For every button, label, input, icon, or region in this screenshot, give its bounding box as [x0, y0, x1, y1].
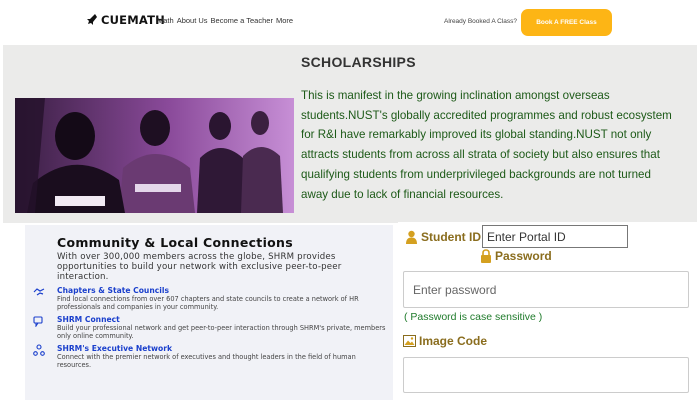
shrm-item-desc: Find local connections from over 607 cha…	[57, 295, 359, 311]
shrm-community-card: Community & Local Connections With over …	[25, 225, 393, 400]
nav-item-become-teacher[interactable]: Become a Teacher	[211, 16, 273, 25]
rocket-icon	[87, 14, 97, 25]
scholarships-body: This is manifest in the growing inclinat…	[301, 89, 672, 201]
student-id-label: Student ID	[405, 230, 481, 244]
students-photo	[15, 98, 294, 213]
lock-icon	[481, 249, 491, 263]
shrm-item-chapters: Chapters & State Councils Find local con…	[33, 286, 387, 311]
nav-item-more[interactable]: More	[276, 16, 293, 25]
shrm-title: Community & Local Connections	[57, 235, 293, 250]
password-input[interactable]	[403, 271, 689, 308]
shrm-item-title[interactable]: SHRM Connect	[57, 315, 387, 324]
handshake-icon	[33, 288, 45, 296]
password-label: Password	[480, 249, 552, 263]
logo-text: CUEMATH	[101, 13, 165, 27]
shrm-item-title[interactable]: SHRM's Executive Network	[57, 344, 387, 353]
image-code-label-text: Image Code	[419, 334, 488, 348]
network-icon	[33, 344, 45, 356]
student-id-input[interactable]	[482, 225, 628, 248]
student-id-label-text: Student ID	[421, 230, 481, 244]
already-booked-link[interactable]: Already Booked A Class?	[444, 18, 517, 25]
user-icon	[406, 230, 417, 244]
scholarships-panel: SCHOLARSHIPS This is manifest in the gro…	[3, 45, 697, 223]
nav-item-about-us[interactable]: About Us	[177, 16, 208, 25]
password-label-text: Password	[495, 249, 552, 263]
shrm-item-desc: Connect with the premier network of exec…	[57, 353, 356, 369]
password-hint: ( Password is case sensitive )	[404, 311, 543, 323]
chat-icon	[33, 316, 43, 327]
image-icon	[403, 335, 416, 347]
shrm-item-title[interactable]: Chapters & State Councils	[57, 286, 387, 295]
top-navbar: CUEMATH Math About Us Become a Teacher M…	[0, 0, 700, 44]
main-nav: Math About Us Become a Teacher More	[157, 16, 293, 25]
shrm-item-connect: SHRM Connect Build your professional net…	[33, 315, 387, 340]
book-free-class-button[interactable]: Book A FREE Class	[521, 9, 612, 36]
image-code-input[interactable]	[403, 357, 689, 393]
shrm-item-desc: Build your professional network and get …	[57, 324, 386, 340]
image-code-label: Image Code	[403, 334, 487, 348]
cuemath-logo[interactable]: CUEMATH	[86, 13, 165, 27]
page: CUEMATH Math About Us Become a Teacher M…	[0, 0, 700, 400]
shrm-item-executive: SHRM's Executive Network Connect with th…	[33, 344, 387, 369]
scholarships-title: SCHOLARSHIPS	[301, 54, 416, 70]
shrm-lead: With over 300,000 members across the glo…	[57, 252, 342, 282]
nav-item-math[interactable]: Math	[157, 16, 174, 25]
